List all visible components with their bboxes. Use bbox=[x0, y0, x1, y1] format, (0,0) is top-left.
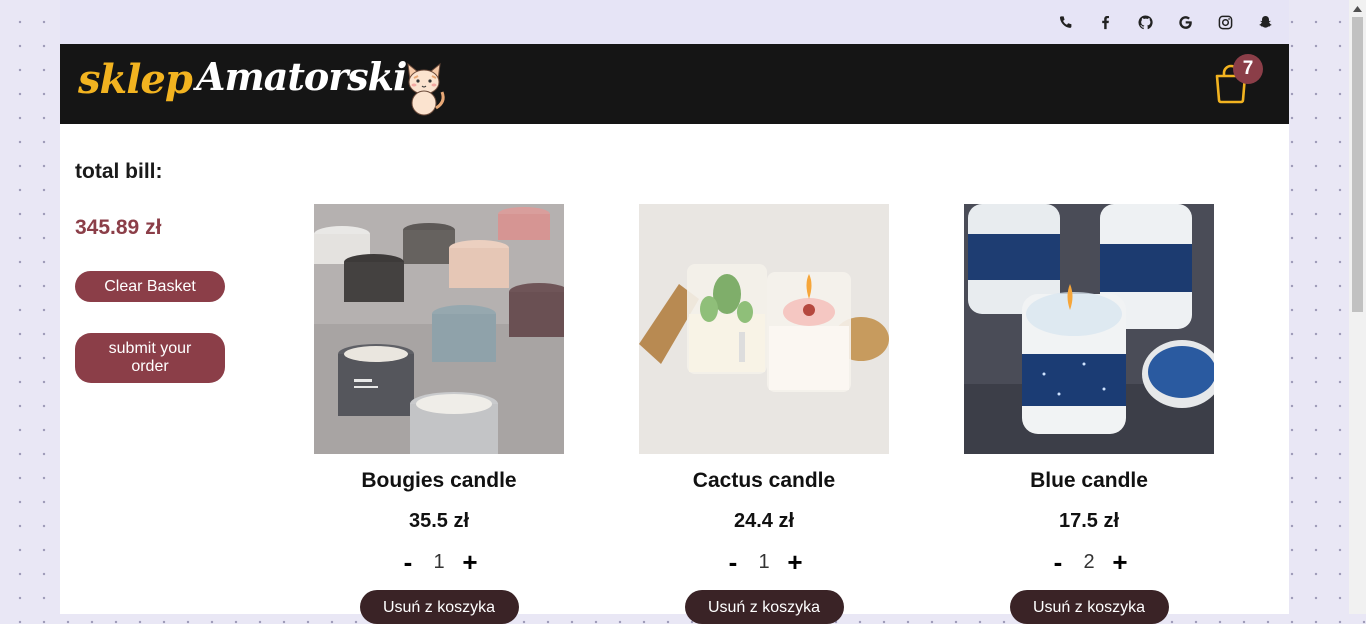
order-summary: total bill: 345.89 zł Clear Basket submi… bbox=[75, 160, 275, 383]
snapchat-icon[interactable] bbox=[1245, 0, 1285, 44]
cart-count-badge: 7 bbox=[1233, 54, 1263, 84]
scroll-up-arrow-icon[interactable] bbox=[1349, 0, 1366, 17]
decrease-quantity-button[interactable]: - bbox=[395, 549, 421, 575]
product-image bbox=[964, 204, 1214, 454]
quantity-value: 1 bbox=[758, 550, 770, 573]
site-logo[interactable]: sklep Amatorski bbox=[78, 50, 458, 118]
product-card: Bougies candle 35.5 zł - 1 + Usuń z kosz… bbox=[314, 204, 564, 624]
product-price: 35.5 zł bbox=[408, 510, 470, 532]
clear-basket-button[interactable]: Clear Basket bbox=[75, 271, 225, 302]
github-icon[interactable] bbox=[1125, 0, 1165, 44]
logo-amatorski-text: Amatorski bbox=[196, 54, 407, 99]
top-social-bar bbox=[60, 0, 1289, 44]
phone-icon[interactable] bbox=[1045, 0, 1085, 44]
submit-order-button[interactable]: submit your order bbox=[75, 333, 225, 383]
scrollbar-thumb[interactable] bbox=[1352, 17, 1363, 312]
quantity-stepper: - 1 + bbox=[314, 548, 564, 576]
increase-quantity-button[interactable]: + bbox=[457, 549, 483, 575]
site-header: sklep Amatorski 7 bbox=[60, 44, 1289, 124]
decrease-quantity-button[interactable]: - bbox=[720, 549, 746, 575]
decrease-quantity-button[interactable]: - bbox=[1045, 549, 1071, 575]
product-price: 24.4 zł bbox=[733, 510, 795, 532]
increase-quantity-button[interactable]: + bbox=[782, 549, 808, 575]
basket-page: total bill: 345.89 zł Clear Basket submi… bbox=[60, 124, 1289, 624]
total-bill-label: total bill: bbox=[75, 160, 163, 183]
cat-icon bbox=[407, 62, 445, 116]
product-card: Blue candle 17.5 zł - 2 + Usuń z koszyka bbox=[964, 204, 1214, 624]
remove-from-basket-button[interactable]: Usuń z koszyka bbox=[359, 590, 519, 624]
facebook-icon[interactable] bbox=[1085, 0, 1125, 44]
social-links bbox=[1045, 0, 1285, 44]
instagram-icon[interactable] bbox=[1205, 0, 1245, 44]
product-card: Cactus candle 24.4 zł - 1 + Usuń z koszy… bbox=[639, 204, 889, 624]
remove-from-basket-button[interactable]: Usuń z koszyka bbox=[1009, 590, 1169, 624]
product-image bbox=[639, 204, 889, 454]
product-name: Blue candle bbox=[1030, 469, 1148, 492]
google-icon[interactable] bbox=[1165, 0, 1205, 44]
quantity-value: 1 bbox=[433, 550, 445, 573]
remove-from-basket-button[interactable]: Usuń z koszyka bbox=[684, 590, 844, 624]
quantity-stepper: - 2 + bbox=[964, 548, 1214, 576]
product-image bbox=[314, 204, 564, 454]
quantity-value: 2 bbox=[1083, 550, 1095, 573]
quantity-stepper: - 1 + bbox=[639, 548, 889, 576]
increase-quantity-button[interactable]: + bbox=[1107, 549, 1133, 575]
logo-sklep-text: sklep bbox=[78, 56, 193, 103]
product-price: 17.5 zł bbox=[1058, 510, 1120, 532]
vertical-scrollbar[interactable] bbox=[1349, 0, 1366, 614]
total-bill-value: 345.89 zł bbox=[75, 216, 162, 239]
product-name: Cactus candle bbox=[692, 469, 836, 492]
product-name: Bougies candle bbox=[361, 469, 517, 492]
cart-button[interactable]: 7 bbox=[1207, 54, 1267, 114]
